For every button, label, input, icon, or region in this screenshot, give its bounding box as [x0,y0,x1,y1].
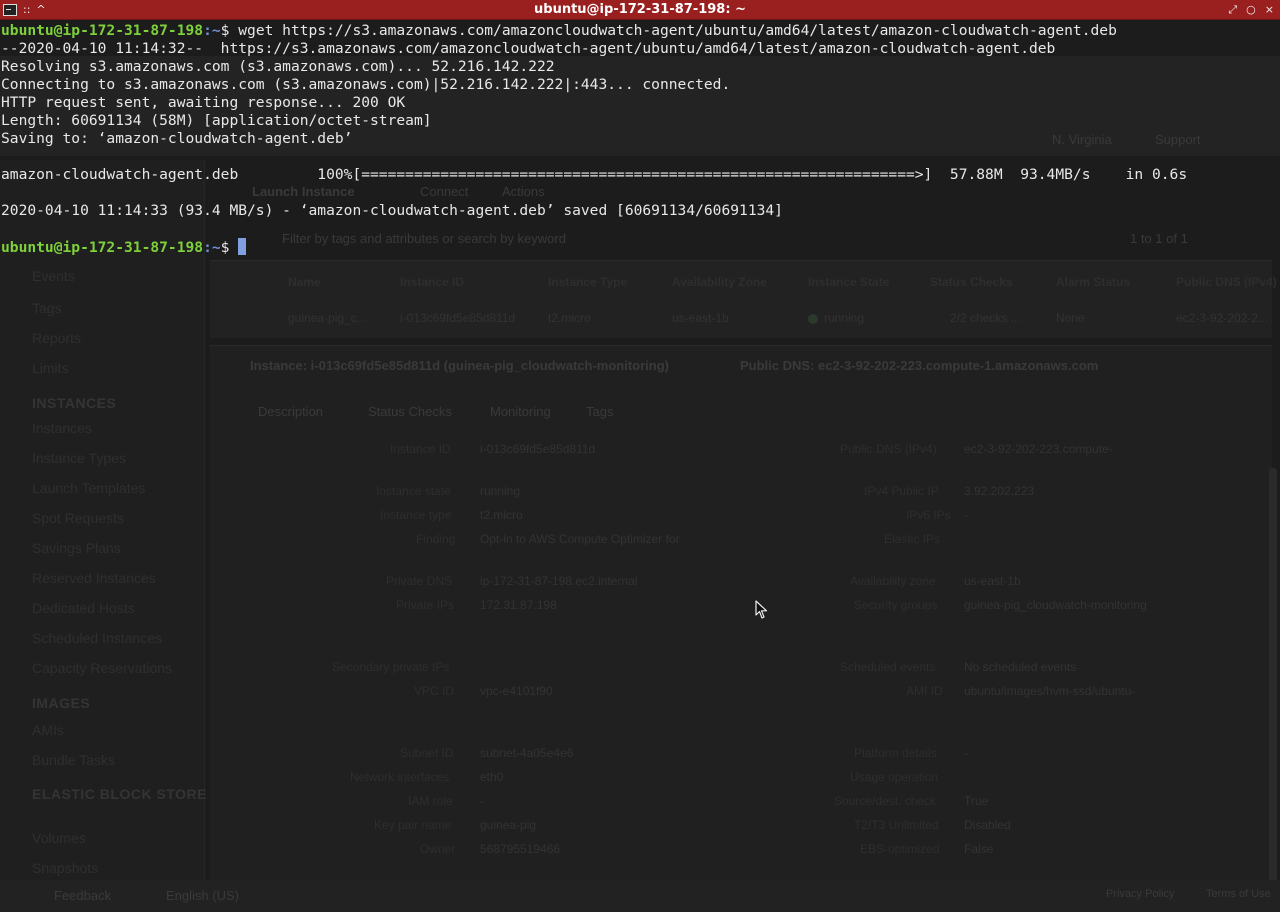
wget-command: wget https://s3.amazonaws.com/amazonclou… [238,22,1117,39]
mouse-pointer-icon [755,600,768,619]
command-line: ubuntu@ip-172-31-87-198:~$ wget https://… [1,22,1117,40]
minimize-icon[interactable]: ○ [1246,2,1256,18]
terminal-area[interactable]: ubuntu@ip-172-31-87-198:~$ wget https://… [0,20,1280,912]
output-line: Resolving s3.amazonaws.com (s3.amazonaws… [1,58,555,75]
title-bar-right-controls: ⤢ ○ × [1228,2,1274,18]
output-line: Saving to: ‘amazon-cloudwatch-agent.deb’ [1,130,353,147]
close-icon[interactable]: × [1265,2,1274,18]
prompt-user-host: ubuntu@ip-172-31-87-198 [1,239,204,256]
output-line: --2020-04-10 11:14:32-- https://s3.amazo… [1,40,1056,57]
active-prompt-line[interactable]: ubuntu@ip-172-31-87-198:~$ [1,238,247,256]
window-title: ubuntu@ip-172-31-87-198: ~ [534,2,746,17]
saved-line: 2020-04-10 11:14:33 (93.4 MB/s) - ‘amazo… [1,202,783,219]
prompt-path: :~ [203,239,221,256]
prompt-symbol: $ [220,22,239,39]
output-line: Connecting to s3.amazonaws.com (s3.amazo… [1,76,731,93]
prompt-path: :~ [203,22,221,39]
maximize-icon[interactable]: ⤢ [1228,2,1237,18]
output-line: HTTP request sent, awaiting response... … [1,94,406,111]
text-cursor [238,238,247,255]
download-progress-line: amazon-cloudwatch-agent.deb 100%[=======… [1,166,1188,183]
window-title-bar[interactable]: :: ^ ubuntu@ip-172-31-87-198: ~ ⤢ ○ × [0,0,1280,20]
prompt-user-host: ubuntu@ip-172-31-87-198 [1,22,204,39]
output-line: Length: 60691134 (58M) [application/octe… [1,112,432,129]
prompt-symbol: $ [220,239,239,256]
